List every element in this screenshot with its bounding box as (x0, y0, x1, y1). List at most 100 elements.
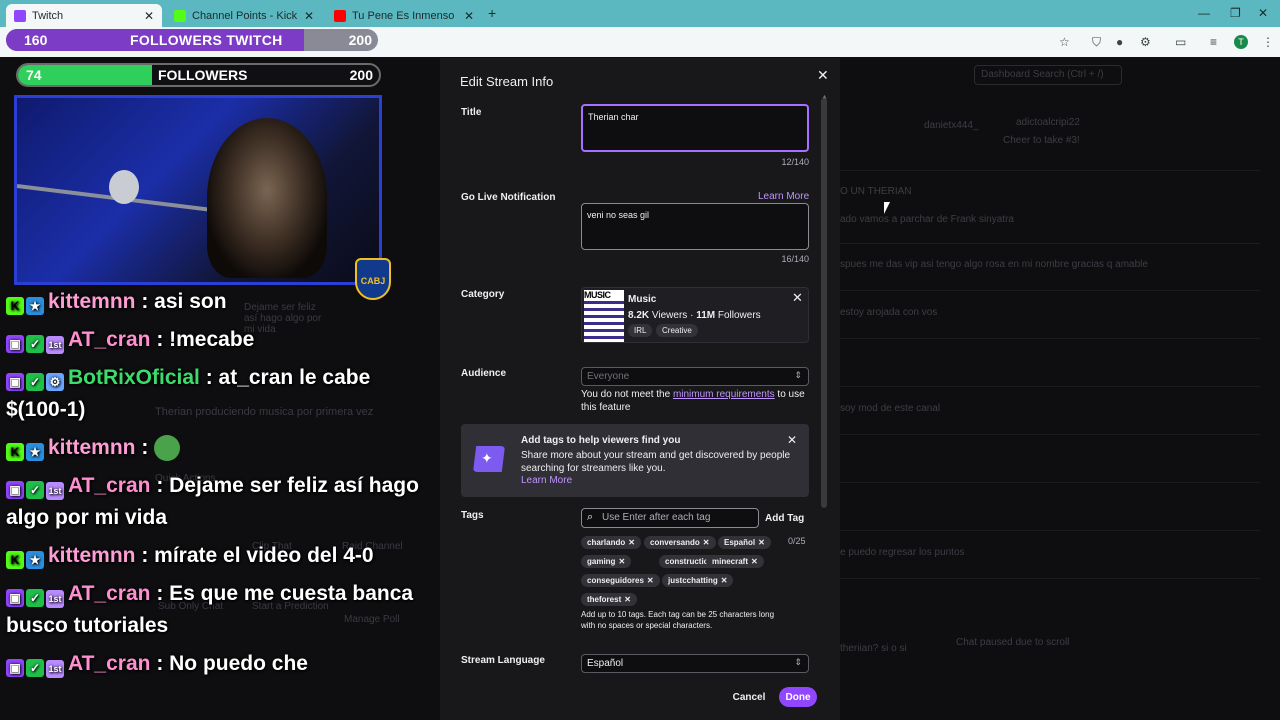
cancel-button[interactable]: Cancel (728, 687, 770, 707)
verified-badge-icon: ✓ (26, 481, 44, 499)
star-badge-icon: ★ (26, 443, 44, 461)
remove-tag-icon[interactable]: ✕ (618, 557, 625, 566)
divider (840, 386, 1260, 387)
divider (840, 170, 1260, 171)
chat-user: adictoalcripi22 (1016, 117, 1080, 128)
goal-target: 200 (348, 32, 372, 48)
kick-badge-icon: K (6, 297, 24, 315)
tag-chip-label: theforest (587, 595, 622, 604)
notification-counter: 16/140 (781, 254, 809, 264)
remove-tag-icon[interactable]: ✕ (628, 538, 635, 547)
shield-icon[interactable]: ⛉ (1092, 35, 1101, 50)
remove-tag-icon[interactable]: ✕ (703, 538, 710, 547)
tag-chip-label: conseguidores (587, 576, 644, 585)
chat-paused-notice[interactable]: Chat paused due to scroll (956, 637, 1069, 648)
close-icon[interactable]: ✕ (144, 9, 154, 23)
promo-learn-more-link[interactable]: Learn More (521, 475, 572, 486)
new-tab-button[interactable]: + (488, 5, 496, 21)
audience-label: Audience (461, 368, 507, 379)
category-art-text: MUSIC (584, 290, 624, 300)
viewers-label: Viewers (651, 310, 688, 321)
tag-sparkle-icon (473, 446, 505, 472)
first-badge-icon: 1st (46, 660, 64, 678)
first-badge-icon: 1st (46, 590, 64, 608)
remove-category-icon[interactable]: ✕ (792, 290, 803, 306)
category-followers: 11M (696, 310, 716, 321)
tag-input[interactable]: ⌕ Use Enter after each tag (581, 508, 759, 528)
sidebar-icon[interactable]: ▭ (1175, 35, 1186, 49)
tag-chip-label: Español (724, 538, 756, 547)
profile-avatar[interactable]: T (1234, 35, 1248, 49)
language-select[interactable]: Español ⇕ (581, 654, 809, 673)
chat-line: estoy arojada con vos (840, 307, 938, 318)
modal-title: Edit Stream Info (460, 74, 554, 89)
category-tag[interactable]: IRL (628, 324, 653, 337)
category-stats: 8.2K Viewers · 11M Followers (628, 310, 761, 321)
close-icon[interactable]: ✕ (304, 9, 314, 23)
notification-label: Go Live Notification (461, 192, 556, 203)
tag-placeholder: Use Enter after each tag (602, 512, 711, 523)
maximize-icon[interactable]: ❐ (1230, 6, 1241, 20)
minimize-icon[interactable]: — (1198, 6, 1210, 20)
remove-tag-icon[interactable]: ✕ (647, 576, 654, 585)
notification-learn-more-link[interactable]: Learn More (758, 191, 809, 202)
modal-scrollbar[interactable] (821, 98, 827, 508)
chat-message: ▣ ✓ 1st AT_cran : Dejame ser feliz así hago… (6, 470, 426, 534)
tag-chip[interactable]: justcchatting ✕ (662, 574, 734, 587)
chat-line: theriian? si o si (840, 643, 907, 654)
tag-chip[interactable]: charlando ✕ (581, 536, 641, 549)
remove-tag-icon[interactable]: ✕ (758, 538, 765, 547)
window-close-icon[interactable]: ✕ (1258, 6, 1268, 20)
tab-kick-dashboard[interactable]: Channel Points - Kick Dashboard ✕ (166, 4, 322, 27)
tag-chip[interactable]: Español ✕ (718, 536, 771, 549)
category-tag[interactable]: Creative (656, 324, 698, 337)
close-icon[interactable]: ✕ (817, 67, 829, 84)
tab-youtube[interactable]: Tu Pene Es Inmenso - Matysito ✕ (326, 4, 482, 27)
tag-chip[interactable]: gaming ✕ (581, 555, 632, 568)
tag-chip[interactable]: minecraft ✕ (706, 555, 764, 568)
twitch-badge-icon: ▣ (6, 481, 24, 499)
done-button[interactable]: Done (779, 687, 817, 707)
dashboard-search-input[interactable]: Dashboard Search (Ctrl + /) (974, 65, 1122, 85)
extension-icon[interactable]: ● (1116, 35, 1123, 49)
title-counter: 12/140 (781, 157, 809, 167)
chat-username: kittemnn (48, 290, 136, 313)
tag-chip[interactable]: theforest ✕ (581, 593, 637, 606)
downloads-icon[interactable]: ≡ (1210, 35, 1217, 49)
title-input[interactable]: Therian char (581, 104, 809, 152)
category-card[interactable]: MUSIC Music 8.2K Viewers · 11M Followers… (581, 287, 809, 343)
puzzle-icon[interactable]: ⚙ (1140, 35, 1151, 49)
tag-chip[interactable]: conseguidores ✕ (581, 574, 660, 587)
close-icon[interactable]: ✕ (464, 9, 474, 23)
audience-select[interactable]: Everyone ⇕ (581, 367, 809, 386)
chat-line: spues me das vip asi tengo algo rosa en … (840, 259, 1148, 270)
tag-chip-label: gaming (587, 557, 616, 566)
twitch-badge-icon: ▣ (6, 659, 24, 677)
remove-tag-icon[interactable]: ✕ (721, 576, 728, 585)
chat-message: K ★ kittemnn : (6, 432, 426, 464)
tag-counter: 0/25 (788, 536, 806, 546)
chat-line: ado vamos a parchar de Frank sinyatra (840, 214, 1014, 225)
goal-label: FOLLOWERS TWITCH (130, 32, 283, 48)
tab-twitch[interactable]: Twitch ✕ (6, 4, 162, 27)
chat-username: AT_cran (68, 474, 151, 497)
chat-text: : asi son (135, 290, 227, 313)
tag-chip[interactable]: conversando ✕ (644, 536, 716, 549)
add-tag-button[interactable]: Add Tag (765, 513, 804, 524)
close-icon[interactable]: ✕ (787, 433, 797, 447)
goal-current: 74 (26, 67, 42, 83)
verified-badge-icon: ✓ (26, 373, 44, 391)
streamer-figure (207, 118, 327, 278)
notification-input[interactable]: veni no seas gil (581, 203, 809, 250)
category-viewers: 8.2K (628, 310, 650, 321)
category-label: Category (461, 289, 505, 300)
chat-text: : No puedo che (150, 652, 308, 675)
chat-message: ▣ ✓ 1st AT_cran : !mecabe (6, 324, 426, 356)
remove-tag-icon[interactable]: ✕ (624, 595, 631, 604)
first-badge-icon: 1st (46, 336, 64, 354)
divider (840, 434, 1260, 435)
star-icon[interactable]: ☆ (1059, 35, 1070, 49)
minimum-requirements-link[interactable]: minimum requirements (673, 389, 775, 400)
menu-icon[interactable]: ⋮ (1262, 35, 1274, 49)
remove-tag-icon[interactable]: ✕ (751, 557, 758, 566)
